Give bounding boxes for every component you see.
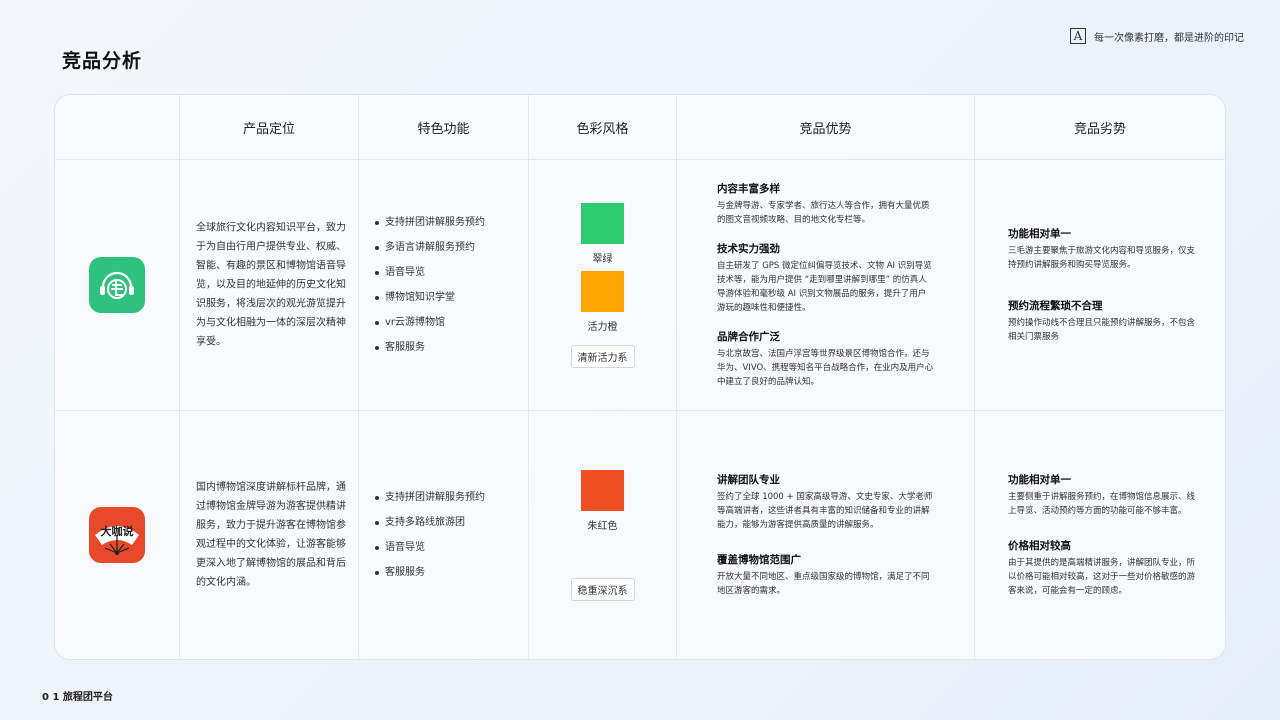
positioning-text: 国内博物馆深度讲解标杆品牌，通过博物馆金牌导游为游客提供精讲服务，致力于提升游客… xyxy=(196,482,346,588)
table-row-1-logo xyxy=(55,160,180,411)
table-row-2-features: 支持拼团讲解服务预约 支持多路线旅游团 语音导览 客服服务 xyxy=(359,411,529,659)
advantage-text: 开放大量不同地区、重点级国家级的博物馆，满足了不同地区游客的需求。 xyxy=(717,572,930,596)
list-item: 支持多路线旅游团 xyxy=(375,510,520,535)
color-name: 翠绿 xyxy=(592,253,613,265)
page-footer: 0 1 旅程团平台 xyxy=(42,692,113,703)
advantage-item: 品牌合作广泛 与北京故宫、法国卢浮宫等世界级景区博物馆合作，还与华为、VIVO、… xyxy=(717,329,934,389)
dakashuo-fan-icon: 大咖说 xyxy=(89,507,145,563)
table-row-1-advantages: 内容丰富多样 与金牌导游、专家学者、旅行达人等合作，拥有大量优质的图文音视频攻略… xyxy=(677,160,975,411)
advantage-title: 讲解团队专业 xyxy=(717,474,780,486)
advantage-title: 技术实力强劲 xyxy=(717,243,780,255)
logo-text: 大咖说 xyxy=(101,524,134,538)
advantage-item: 技术实力强劲 自主研发了 GPS 微定位纠偏导览技术、文物 AI 识别导览技术等… xyxy=(717,241,934,315)
list-item: 客服服务 xyxy=(375,335,520,360)
slogan-text: 每一次像素打磨，都是进阶的印记 xyxy=(1094,32,1244,44)
header-features: 特色功能 xyxy=(359,95,529,160)
list-item: 博物馆知识学堂 xyxy=(375,285,520,310)
advantage-list: 内容丰富多样 与金牌导游、专家学者、旅行达人等合作，拥有大量优质的图文音视频攻略… xyxy=(717,181,934,389)
disadvantage-item: 功能相对单一 三毛游主要聚焦于旅游文化内容和导览服务，仅支持预约讲解服务和购买导… xyxy=(1008,226,1199,272)
table-row-1-colors: 翠绿 活力橙 清新活力系 xyxy=(529,160,677,411)
list-item: vr云游博物馆 xyxy=(375,310,520,335)
disadvantage-title: 功能相对单一 xyxy=(1008,474,1071,486)
disadvantage-text: 预约操作动线不合理且只能预约讲解服务，不包含相关门票服务 xyxy=(1008,318,1196,342)
letter-a-icon: A xyxy=(1070,28,1086,44)
list-item: 支持拼团讲解服务预约 xyxy=(375,485,520,510)
color-swatch xyxy=(581,202,624,244)
feature-list: 支持拼团讲解服务预约 多语言讲解服务预约 语音导览 博物馆知识学堂 vr云游博物… xyxy=(375,210,520,360)
disadvantage-title: 功能相对单一 xyxy=(1008,228,1071,240)
feature-list: 支持拼团讲解服务预约 支持多路线旅游团 语音导览 客服服务 xyxy=(375,485,520,585)
advantage-title: 内容丰富多样 xyxy=(717,183,780,195)
header-color-style: 色彩风格 xyxy=(529,95,677,160)
disadvantage-text: 由于其提供的是高端精讲服务，讲解团队专业，所以价格可能相对较高，这对于一些对价格… xyxy=(1008,558,1196,596)
advantage-item: 讲解团队专业 签约了全球 1000 + 国家高级导游、文史专家、大学老师等高端讲… xyxy=(717,472,934,532)
header-disadvantages: 竞品劣势 xyxy=(975,95,1225,160)
comparison-table: 产品定位 特色功能 色彩风格 竞品优势 竞品劣势 全球旅行文化内容知识平台，致力… xyxy=(54,94,1226,660)
table-row-2-advantages: 讲解团队专业 签约了全球 1000 + 国家高级导游、文史专家、大学老师等高端讲… xyxy=(677,411,975,659)
disadvantage-item: 功能相对单一 主要侧重于讲解服务预约，在博物馆信息展示、线上导览、活动预约等方面… xyxy=(1008,472,1199,518)
list-item: 支持拼团讲解服务预约 xyxy=(375,210,520,235)
table-row-2-positioning: 国内博物馆深度讲解标杆品牌，通过博物馆金牌导游为游客提供精讲服务，致力于提升游客… xyxy=(180,411,359,659)
three-hairs-app-icon xyxy=(89,257,145,313)
table-row-1-positioning: 全球旅行文化内容知识平台，致力于为自由行用户提供专业、权威、智能、有趣的景区和博… xyxy=(180,160,359,411)
color-swatch xyxy=(581,270,624,312)
slogan: A 每一次像素打磨，都是进阶的印记 xyxy=(1070,28,1244,44)
advantage-text: 自主研发了 GPS 微定位纠偏导览技术、文物 AI 识别导览技术等，能为用户提供… xyxy=(717,261,932,313)
table-row-2-logo: 大咖说 xyxy=(55,411,180,659)
table-row-1-features: 支持拼团讲解服务预约 多语言讲解服务预约 语音导览 博物馆知识学堂 vr云游博物… xyxy=(359,160,529,411)
disadvantage-list: 功能相对单一 三毛游主要聚焦于旅游文化内容和导览服务，仅支持预约讲解服务和购买导… xyxy=(1008,226,1199,344)
advantage-title: 品牌合作广泛 xyxy=(717,331,780,343)
color-style-tag: 稳重深沉系 xyxy=(570,577,635,601)
disadvantage-item: 预约流程繁琐不合理 预约操作动线不合理且只能预约讲解服务，不包含相关门票服务 xyxy=(1008,298,1199,344)
advantage-text: 签约了全球 1000 + 国家高级导游、文史专家、大学老师等高端讲者，这些讲者具… xyxy=(717,492,933,530)
positioning-text: 全球旅行文化内容知识平台，致力于为自由行用户提供专业、权威、智能、有趣的景区和博… xyxy=(196,222,346,348)
advantage-list: 讲解团队专业 签约了全球 1000 + 国家高级导游、文史专家、大学老师等高端讲… xyxy=(717,472,934,598)
list-item: 多语言讲解服务预约 xyxy=(375,235,520,260)
disadvantage-list: 功能相对单一 主要侧重于讲解服务预约，在博物馆信息展示、线上导览、活动预约等方面… xyxy=(1008,472,1199,598)
list-item: 客服服务 xyxy=(375,560,520,585)
header-empty xyxy=(55,95,180,160)
disadvantage-text: 主要侧重于讲解服务预约，在博物馆信息展示、线上导览、活动预约等方面的功能可能不够… xyxy=(1008,492,1196,516)
color-name: 朱红色 xyxy=(587,520,618,532)
disadvantage-title: 价格相对较高 xyxy=(1008,540,1071,552)
disadvantage-item: 价格相对较高 由于其提供的是高端精讲服务，讲解团队专业，所以价格可能相对较高，这… xyxy=(1008,538,1199,598)
advantage-title: 覆盖博物馆范围广 xyxy=(717,554,801,566)
table-row-1-disadvantages: 功能相对单一 三毛游主要聚焦于旅游文化内容和导览服务，仅支持预约讲解服务和购买导… xyxy=(975,160,1225,411)
table-row-2-disadvantages: 功能相对单一 主要侧重于讲解服务预约，在博物馆信息展示、线上导览、活动预约等方面… xyxy=(975,411,1225,659)
color-style-tag: 清新活力系 xyxy=(570,344,635,368)
table-row-2-colors: 朱红色 稳重深沉系 xyxy=(529,411,677,659)
color-swatch xyxy=(581,469,624,511)
disadvantage-text: 三毛游主要聚焦于旅游文化内容和导览服务，仅支持预约讲解服务和购买导览服务。 xyxy=(1008,246,1196,270)
advantage-text: 与金牌导游、专家学者、旅行达人等合作，拥有大量优质的图文音视频攻略、目的地文化专… xyxy=(717,201,930,225)
page-title: 竞品分析 xyxy=(62,50,143,72)
advantage-item: 内容丰富多样 与金牌导游、专家学者、旅行达人等合作，拥有大量优质的图文音视频攻略… xyxy=(717,181,934,227)
disadvantage-title: 预约流程繁琐不合理 xyxy=(1008,300,1103,312)
header-positioning: 产品定位 xyxy=(180,95,359,160)
color-name: 活力橙 xyxy=(587,321,618,333)
list-item: 语音导览 xyxy=(375,535,520,560)
advantage-text: 与北京故宫、法国卢浮宫等世界级景区博物馆合作，还与华为、VIVO、携程等知名平台… xyxy=(717,349,934,387)
list-item: 语音导览 xyxy=(375,260,520,285)
advantage-item: 覆盖博物馆范围广 开放大量不同地区、重点级国家级的博物馆，满足了不同地区游客的需… xyxy=(717,552,934,598)
header-advantages: 竞品优势 xyxy=(677,95,975,160)
